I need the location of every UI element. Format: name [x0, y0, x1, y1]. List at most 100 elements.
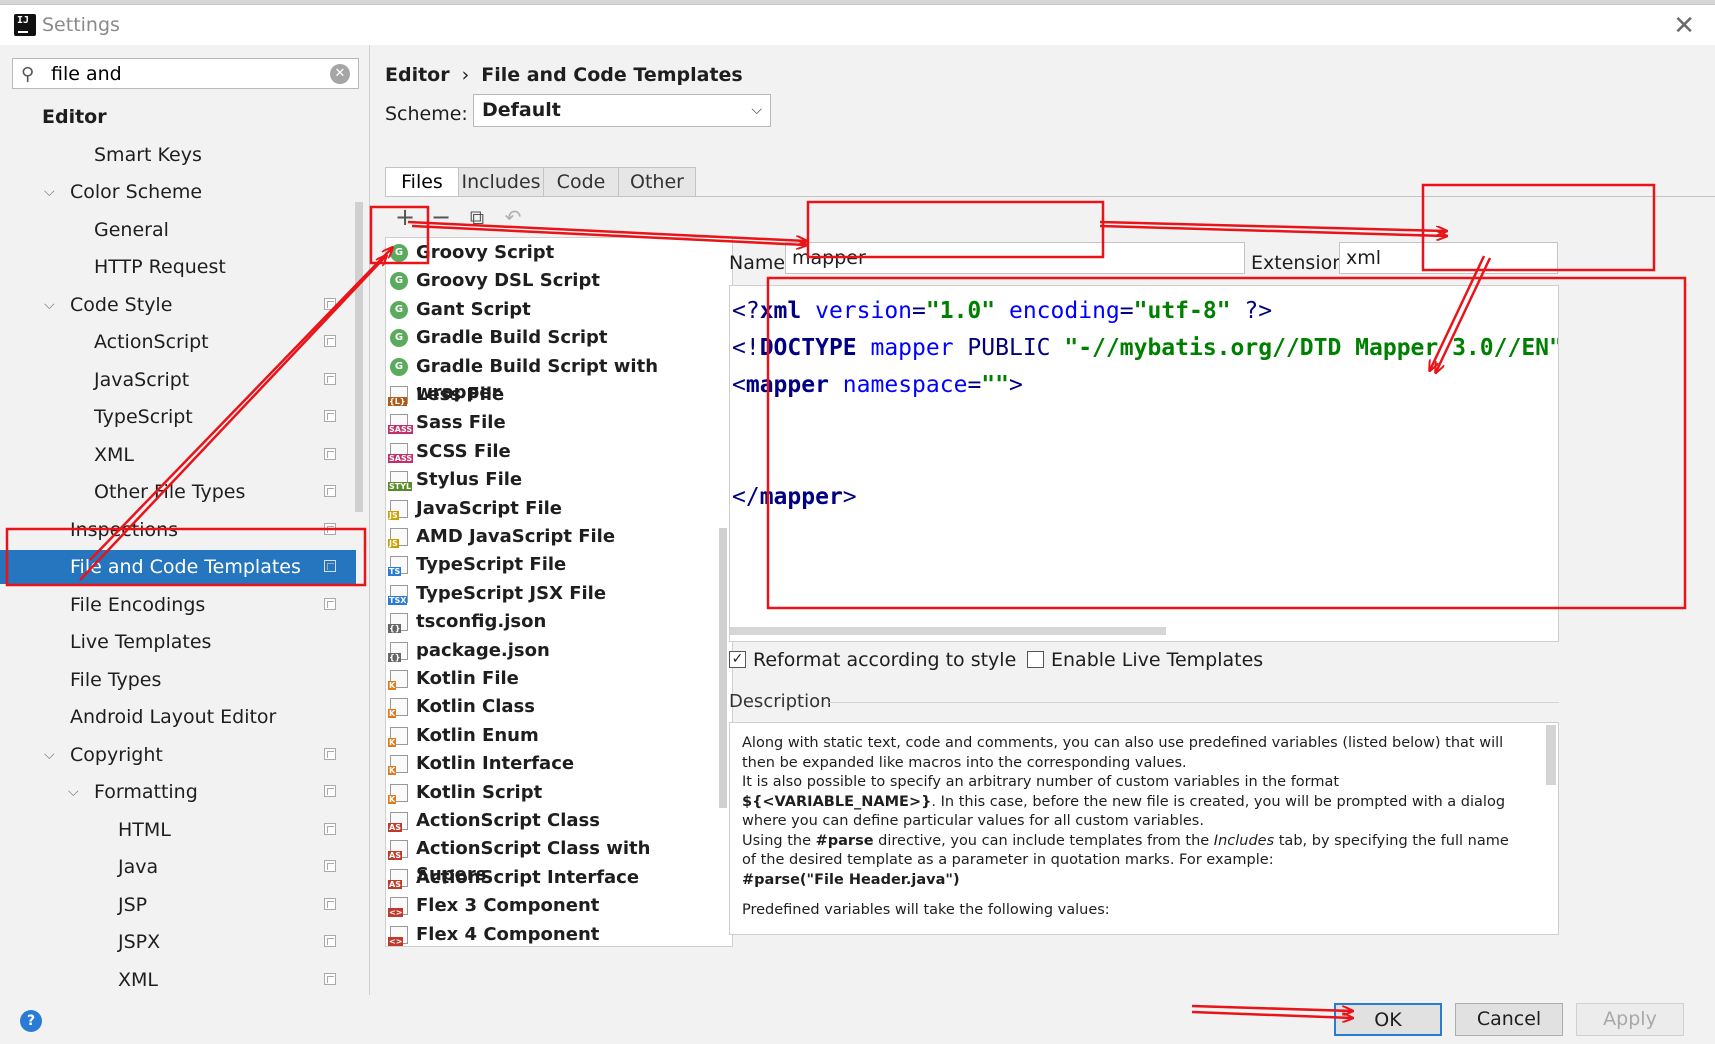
template-item[interactable]: K Kotlin File — [386, 666, 716, 692]
template-item[interactable]: G Gradle Build Script with wrapper — [386, 354, 716, 403]
template-item[interactable]: {L} Less File — [386, 382, 716, 408]
name-field[interactable]: mapper — [785, 242, 1245, 274]
chevron-down-icon[interactable]: ⌵ — [68, 775, 79, 809]
sidebar-item-label: HTML — [118, 818, 171, 841]
description-scrollbar[interactable] — [1546, 725, 1556, 785]
sidebar-item-color-scheme[interactable]: ⌵ Color Scheme — [0, 175, 356, 209]
description-box: Along with static text, code and comment… — [729, 722, 1559, 935]
sidebar-item-file-types[interactable]: File Types — [0, 663, 356, 697]
template-name: Gant Script — [416, 298, 531, 320]
sidebar-item-other-file-types[interactable]: Other File Types — [0, 475, 356, 509]
template-item[interactable]: G Gant Script — [386, 297, 716, 323]
template-item[interactable]: JS JavaScript File — [386, 496, 716, 522]
chevron-down-icon[interactable]: ⌵ — [44, 288, 55, 322]
sidebar-item-java[interactable]: Java — [0, 850, 356, 884]
sidebar-item-android-layout-editor[interactable]: Android Layout Editor — [0, 700, 356, 734]
chevron-down-icon[interactable]: ⌵ — [44, 738, 55, 772]
chevron-down-icon: ⌵ — [751, 102, 762, 118]
sidebar-item-typescript[interactable]: TypeScript — [0, 400, 356, 434]
sidebar-item-inspections[interactable]: Inspections — [0, 513, 356, 547]
sidebar-item-editor[interactable]: Editor — [0, 100, 356, 134]
sidebar-item-live-templates[interactable]: Live Templates — [0, 625, 356, 659]
editor-hscrollbar[interactable] — [730, 627, 1166, 635]
template-item[interactable]: SASS Sass File — [386, 410, 716, 436]
sidebar-scrollbar[interactable] — [355, 202, 363, 512]
clear-search-icon[interactable]: ✕ — [330, 64, 350, 84]
scheme-dropdown[interactable]: Default ⌵ — [473, 94, 771, 127]
template-item[interactable]: K Kotlin Class — [386, 694, 716, 720]
close-icon[interactable]: ✕ — [1673, 11, 1695, 41]
breadcrumb-parent[interactable]: Editor — [385, 64, 450, 86]
apply-button[interactable]: Apply — [1576, 1003, 1684, 1036]
template-item[interactable]: STYL Stylus File — [386, 467, 716, 493]
copy-template-button[interactable]: ⧉ — [461, 201, 493, 233]
template-item[interactable]: TS TypeScript File — [386, 552, 716, 578]
sidebar-item-label: Android Layout Editor — [70, 706, 277, 728]
reformat-checkbox[interactable]: ✓ — [729, 651, 746, 668]
sidebar-item-xml[interactable]: XML — [0, 963, 356, 997]
tab-includes[interactable]: Includes — [458, 167, 544, 197]
sidebar-item-formatting[interactable]: ⌵ Formatting — [0, 775, 356, 809]
sidebar-item-label: HTTP Request — [94, 256, 226, 278]
add-template-button[interactable]: + — [389, 201, 421, 233]
sidebar-item-file-encodings[interactable]: File Encodings — [0, 588, 356, 622]
template-item[interactable]: <> Flex 4 Component — [386, 922, 716, 946]
sidebar-item-javascript[interactable]: JavaScript — [0, 363, 356, 397]
live-templates-checkbox[interactable] — [1027, 651, 1044, 668]
file-type-icon: JS — [388, 528, 408, 548]
chevron-down-icon[interactable]: ⌵ — [44, 175, 55, 209]
sidebar-item-actionscript[interactable]: ActionScript — [0, 325, 356, 359]
sidebar-item-html[interactable]: HTML — [0, 813, 356, 847]
reset-template-button[interactable]: ↶ — [497, 201, 529, 233]
scheme-value: Default — [482, 99, 561, 121]
templates-toolbar: + − ⧉ ↶ — [385, 197, 731, 237]
template-item[interactable]: G Gradle Build Script — [386, 325, 716, 351]
template-item[interactable]: K Kotlin Enum — [386, 723, 716, 749]
tab-code[interactable]: Code — [543, 167, 619, 197]
template-item[interactable]: G Groovy Script — [386, 240, 716, 266]
search-icon[interactable]: ⚲ — [21, 64, 34, 85]
template-item[interactable]: <> Flex 3 Component — [386, 893, 716, 919]
template-item[interactable]: K Kotlin Script — [386, 780, 716, 806]
template-item[interactable]: G Groovy DSL Script — [386, 268, 716, 294]
sidebar-item-label: Smart Keys — [94, 143, 202, 166]
sidebar-item-jspx[interactable]: JSPX — [0, 925, 356, 959]
template-name: JavaScript File — [416, 497, 563, 519]
extension-field[interactable]: xml — [1339, 242, 1558, 274]
tab-files[interactable]: Files — [385, 167, 459, 197]
sidebar-item-xml[interactable]: XML — [0, 438, 356, 472]
code-line-4: </mapper> — [732, 484, 857, 510]
sidebar-item-http-request[interactable]: HTTP Request — [0, 250, 356, 284]
settings-dialog: IJ Settings ✕ ⚲ ✕ Editor Smart Keys ⌵ Color… — [0, 4, 1715, 1044]
file-type-icon: <> — [388, 925, 408, 946]
template-code-editor[interactable]: <?xml version="1.0" encoding="utf-8" ?> … — [729, 285, 1559, 642]
template-item[interactable]: SASS SCSS File — [386, 439, 716, 465]
template-item[interactable]: AS ActionScript Class with Supers — [386, 836, 716, 885]
sidebar-item-label: JSP — [118, 893, 148, 916]
search-input[interactable] — [51, 61, 331, 86]
sidebar-item-general[interactable]: General — [0, 213, 356, 247]
template-item[interactable]: TSX TypeScript JSX File — [386, 581, 716, 607]
template-item[interactable]: JS AMD JavaScript File — [386, 524, 716, 550]
sidebar-item-label: Code Style — [70, 293, 173, 316]
sidebar-item-file-and-code-templates[interactable]: File and Code Templates — [0, 550, 356, 584]
sidebar-item-jsp[interactable]: JSP — [0, 888, 356, 922]
remove-template-button[interactable]: − — [425, 201, 457, 233]
sidebar-item-code-style[interactable]: ⌵ Code Style — [0, 288, 356, 322]
ok-button[interactable]: OK — [1334, 1003, 1442, 1036]
template-item[interactable]: {} package.json — [386, 638, 716, 664]
help-icon[interactable]: ? — [20, 1010, 42, 1032]
sidebar-item-copyright[interactable]: ⌵ Copyright — [0, 738, 356, 772]
template-item[interactable]: {} tsconfig.json — [386, 609, 716, 635]
file-type-icon: STYL — [388, 471, 413, 492]
sidebar-item-smart-keys[interactable]: Smart Keys — [0, 138, 356, 172]
template-item[interactable]: K Kotlin Interface — [386, 751, 716, 777]
file-type-icon: G — [390, 244, 408, 262]
window-title: Settings — [42, 14, 120, 36]
search-box[interactable]: ⚲ ✕ — [12, 58, 359, 89]
tab-other[interactable]: Other — [618, 167, 696, 197]
template-item[interactable]: AS ActionScript Interface — [386, 865, 716, 891]
templates-scrollbar[interactable] — [719, 528, 727, 808]
cancel-button[interactable]: Cancel — [1455, 1003, 1563, 1036]
template-item[interactable]: AS ActionScript Class — [386, 808, 716, 834]
